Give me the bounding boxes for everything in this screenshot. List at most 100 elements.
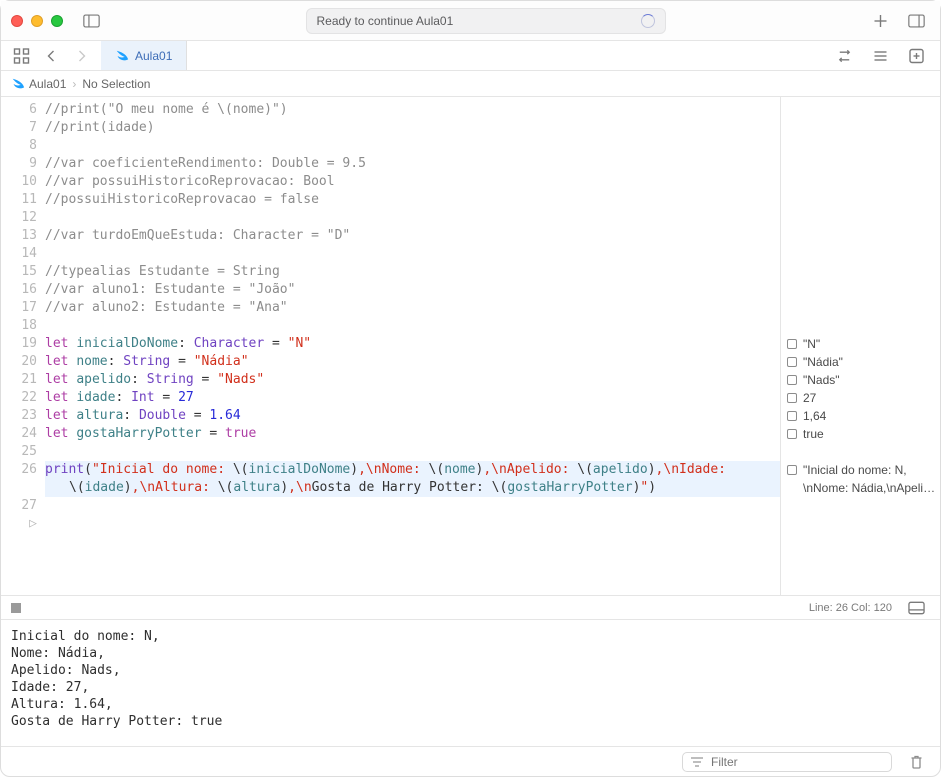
result-row[interactable]: "N" <box>787 335 934 353</box>
line-number[interactable]: 27 <box>1 497 37 515</box>
grid-icon <box>13 48 30 64</box>
code-line[interactable]: let idade: Int = 27 <box>45 389 780 407</box>
line-number[interactable]: 9 <box>1 155 37 173</box>
code-line[interactable] <box>45 497 780 515</box>
code-line[interactable]: let gostaHarryPotter = true <box>45 425 780 443</box>
code-line[interactable]: //var aluno2: Estudante = "Ana" <box>45 299 780 317</box>
code-line[interactable] <box>45 245 780 263</box>
line-number[interactable]: 16 <box>1 281 37 299</box>
result-row[interactable]: 1,64 <box>787 407 934 425</box>
line-number[interactable]: 15 <box>1 263 37 281</box>
code-line[interactable]: //print("O meu nome é \(nome)") <box>45 101 780 119</box>
line-number[interactable]: 17 <box>1 299 37 317</box>
run-line-button[interactable]: ▷ <box>1 515 37 533</box>
code-area[interactable]: //print("O meu nome é \(nome)")//print(i… <box>45 97 780 595</box>
tab-label: Aula01 <box>135 49 172 63</box>
counterpart-button[interactable] <box>830 44 858 68</box>
quicklook-icon[interactable] <box>787 429 797 439</box>
add-editor-button[interactable] <box>902 44 930 68</box>
clear-console-button[interactable] <box>902 750 930 774</box>
jump-bar[interactable]: Aula01 › No Selection <box>1 71 940 97</box>
line-number[interactable]: 12 <box>1 209 37 227</box>
line-number[interactable]: 23 <box>1 407 37 425</box>
console-filter-input[interactable] <box>711 755 885 769</box>
line-number[interactable]: 14 <box>1 245 37 263</box>
code-line[interactable]: //var possuiHistoricoReprovacao: Bool <box>45 173 780 191</box>
line-number[interactable]: 8 <box>1 137 37 155</box>
code-line[interactable]: //var turdoEmQueEstuda: Character = "D" <box>45 227 780 245</box>
code-line[interactable]: let altura: Double = 1.64 <box>45 407 780 425</box>
line-number[interactable]: 21 <box>1 371 37 389</box>
console-filter[interactable] <box>682 752 892 772</box>
line-number[interactable]: 7 <box>1 119 37 137</box>
code-line[interactable]: let nome: String = "Nádia" <box>45 353 780 371</box>
chevron-right-icon <box>73 48 90 64</box>
result-row[interactable]: 27 <box>787 389 934 407</box>
activity-status[interactable]: Ready to continue Aula01 <box>306 8 666 34</box>
playground-results-sidebar: "N""Nádia""Nads" 27 1,64true "Inicial do no… <box>780 97 940 595</box>
result-row[interactable]: "Nads" <box>787 371 934 389</box>
line-number[interactable]: 26 <box>1 461 37 479</box>
quicklook-icon[interactable] <box>787 393 797 403</box>
line-number[interactable]: 20 <box>1 353 37 371</box>
cursor-position: Line: 26 Col: 120 <box>809 602 892 614</box>
result-row[interactable]: \nNome: Nádia,\nApeli… <box>787 479 934 497</box>
line-number-gutter[interactable]: 67891011121314151617181920212223242526 27… <box>1 97 45 595</box>
line-number[interactable] <box>1 479 37 497</box>
line-number[interactable]: 22 <box>1 389 37 407</box>
toggle-navigator-button[interactable] <box>77 9 105 33</box>
code-line[interactable]: let apelido: String = "Nads" <box>45 371 780 389</box>
code-line[interactable]: //var aluno1: Estudante = "João" <box>45 281 780 299</box>
new-tab-button[interactable] <box>866 9 894 33</box>
code-line[interactable]: let inicialDoNome: Character = "N" <box>45 335 780 353</box>
result-value: 27 <box>803 391 816 405</box>
close-window-button[interactable] <box>11 15 23 27</box>
code-line[interactable] <box>45 209 780 227</box>
result-row[interactable]: true <box>787 425 934 443</box>
line-number[interactable]: 13 <box>1 227 37 245</box>
quicklook-icon[interactable] <box>787 357 797 367</box>
quicklook-icon[interactable] <box>787 411 797 421</box>
breadcrumb-selection[interactable]: No Selection <box>82 77 150 91</box>
quicklook-icon[interactable] <box>787 465 797 475</box>
minimize-window-button[interactable] <box>31 15 43 27</box>
zoom-window-button[interactable] <box>51 15 63 27</box>
nav-forward-button[interactable] <box>67 44 95 68</box>
code-line[interactable]: //var coeficienteRendimento: Double = 9.… <box>45 155 780 173</box>
code-line[interactable]: //possuiHistoricoReprovacao = false <box>45 191 780 209</box>
line-number[interactable]: 24 <box>1 425 37 443</box>
related-items-button[interactable] <box>7 44 35 68</box>
code-line[interactable]: \(idade),\nAltura: \(altura),\nGosta de … <box>45 479 780 497</box>
code-line[interactable]: //typealias Estudante = String <box>45 263 780 281</box>
nav-back-button[interactable] <box>37 44 65 68</box>
adjust-editor-button[interactable] <box>866 44 894 68</box>
source-editor[interactable]: 67891011121314151617181920212223242526 27… <box>1 97 780 595</box>
result-value: \nNome: Nádia,\nApeli… <box>803 481 934 495</box>
stop-icon[interactable] <box>11 603 21 613</box>
result-row[interactable]: "Nádia" <box>787 353 934 371</box>
window-controls <box>11 15 63 27</box>
code-line[interactable] <box>45 137 780 155</box>
sidebar-left-icon <box>83 13 100 29</box>
result-row[interactable]: "Inicial do nome: N, <box>787 461 934 479</box>
chevron-left-icon <box>43 48 60 64</box>
tab-aula01[interactable]: Aula01 <box>101 41 187 70</box>
line-number[interactable]: 6 <box>1 101 37 119</box>
code-line[interactable]: //print(idade) <box>45 119 780 137</box>
code-line[interactable] <box>45 443 780 461</box>
line-number[interactable]: 18 <box>1 317 37 335</box>
console-output[interactable]: Inicial do nome: N, Nome: Nádia, Apelido… <box>1 620 940 746</box>
toggle-debug-area-button[interactable] <box>902 596 930 620</box>
line-number[interactable]: 10 <box>1 173 37 191</box>
line-number[interactable]: 19 <box>1 335 37 353</box>
code-line[interactable] <box>45 317 780 335</box>
filter-icon <box>689 754 705 770</box>
toggle-inspector-button[interactable] <box>902 9 930 33</box>
code-line[interactable]: print("Inicial do nome: \(inicialDoNome)… <box>45 461 780 479</box>
line-number[interactable]: 11 <box>1 191 37 209</box>
line-number[interactable]: 25 <box>1 443 37 461</box>
quicklook-icon[interactable] <box>787 339 797 349</box>
quicklook-icon[interactable] <box>787 375 797 385</box>
result-value: "Inicial do nome: N, <box>803 463 907 477</box>
breadcrumb-project[interactable]: Aula01 <box>11 77 66 91</box>
